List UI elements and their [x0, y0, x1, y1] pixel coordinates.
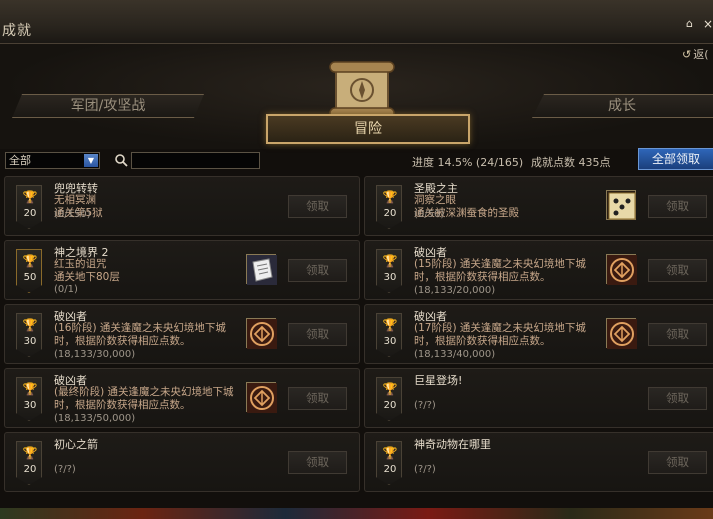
claim-button[interactable]: 领取	[648, 195, 707, 218]
achievement-card: 🏆 20 巨星登场! (?/?) 领取	[364, 368, 713, 428]
return-icon: ↺	[682, 48, 692, 61]
search-icon	[115, 154, 128, 167]
achievement-card: 🏆 20 初心之箭 (?/?) 领取	[4, 432, 360, 492]
search-input[interactable]	[131, 152, 260, 169]
points-badge: 🏆 20	[376, 441, 402, 485]
emblem-icon[interactable]	[246, 318, 277, 349]
tab-adventure[interactable]: 冒险	[266, 114, 470, 144]
back-link[interactable]: ↺ 返(	[682, 46, 709, 62]
achievement-description: (15阶段) 通关逢魔之未央幻境地下城时，根据阶数获得相应点数。	[414, 258, 586, 283]
badge-points: 20	[383, 464, 397, 475]
claim-button[interactable]: 领取	[288, 387, 347, 410]
achievement-progress: (18,133/50,000)	[54, 413, 136, 424]
home-icon[interactable]: ⌂	[686, 18, 698, 30]
close-button[interactable]: ×	[703, 18, 713, 30]
window-titlebar: 成就 ⌂ ×	[0, 0, 713, 44]
points-badge: 🏆 20	[376, 377, 402, 421]
achievement-description: (最终阶段) 通关逢魔之未央幻境地下城时，根据阶数获得相应点数。	[54, 386, 234, 411]
trophy-icon: 🏆	[382, 254, 398, 268]
points-badge: 🏆 30	[376, 313, 402, 357]
back-label: 返(	[693, 48, 709, 61]
points-badge: 🏆 30	[16, 313, 42, 357]
points-badge: 🏆 30	[376, 249, 402, 293]
points-badge: 🏆 30	[16, 377, 42, 421]
achievement-progress: (0/1)	[54, 284, 78, 295]
achievement-description: 红玉的诅咒 通关地下80层	[54, 258, 120, 283]
achievement-progress: (0/50)	[414, 209, 445, 220]
filter-value: 全部	[9, 154, 31, 167]
badge-points: 20	[23, 464, 37, 475]
achievement-title: 巨星登场!	[414, 374, 463, 387]
points-badge: 🏆 20	[376, 185, 402, 229]
trophy-icon: 🏆	[22, 382, 38, 396]
trophy-icon: 🏆	[382, 318, 398, 332]
badge-points: 20	[383, 208, 397, 219]
progress-label: 进度 14.5% (24/165)	[412, 156, 524, 169]
achievement-progress: (18,133/40,000)	[414, 349, 496, 360]
claim-button[interactable]: 领取	[288, 323, 347, 346]
emblem-icon[interactable]	[606, 254, 637, 285]
badge-points: 30	[383, 336, 397, 347]
achievement-card: 🏆 20 神奇动物在哪里 (?/?) 领取	[364, 432, 713, 492]
claim-all-button[interactable]: 全部领取	[638, 148, 713, 170]
dice-icon[interactable]	[606, 190, 636, 220]
trophy-icon: 🏆	[22, 446, 38, 460]
achievement-card: 🏆 30 破凶者 (15阶段) 通关逢魔之未央幻境地下城时，根据阶数获得相应点数。 (1…	[364, 240, 713, 300]
points-badge: 🏆 50	[16, 249, 42, 293]
claim-button[interactable]: 领取	[648, 451, 707, 474]
points-badge: 🏆 20	[16, 441, 42, 485]
achievement-progress: (18,133/30,000)	[54, 349, 136, 360]
achievement-progress: (18,133/20,000)	[414, 285, 496, 296]
achievement-progress: (?/?)	[414, 400, 436, 411]
chevron-down-icon[interactable]: ▼	[84, 154, 98, 167]
achievement-description: (17阶段) 通关逢魔之未央幻境地下城时，根据阶数获得相应点数。	[414, 322, 586, 347]
trophy-icon: 🏆	[382, 190, 398, 204]
claim-button[interactable]: 领取	[288, 451, 347, 474]
achievement-title: 神奇动物在哪里	[414, 438, 491, 451]
emblem-icon[interactable]	[606, 318, 637, 349]
achievement-progress: (?/?)	[54, 464, 76, 475]
emblem-icon[interactable]	[246, 382, 277, 413]
tab-legion-siege[interactable]: 军团/攻坚战	[12, 94, 204, 118]
badge-points: 30	[23, 336, 37, 347]
claim-button[interactable]: 领取	[648, 387, 707, 410]
achievement-progress: (0/150)	[54, 209, 91, 220]
achievement-card: 🏆 30 破凶者 (17阶段) 通关逢魔之未央幻境地下城时，根据阶数获得相应点数。 (1…	[364, 304, 713, 364]
badge-points: 30	[383, 272, 397, 283]
window-title: 成就	[2, 23, 32, 39]
achievement-description: (16阶段) 通关逢魔之未央幻境地下城时，根据阶数获得相应点数。	[54, 322, 226, 347]
trophy-icon: 🏆	[22, 254, 38, 268]
tab-growth[interactable]: 成长	[532, 94, 713, 118]
trophy-icon: 🏆	[22, 190, 38, 204]
trophy-icon: 🏆	[382, 382, 398, 396]
scroll-paper-icon[interactable]	[246, 254, 277, 285]
badge-points: 30	[23, 400, 37, 411]
trophy-icon: 🏆	[382, 446, 398, 460]
achievement-card: 🏆 30 破凶者 (16阶段) 通关逢魔之未央幻境地下城时，根据阶数获得相应点数。 (1…	[4, 304, 360, 364]
claim-button[interactable]: 领取	[288, 259, 347, 282]
claim-button[interactable]: 领取	[288, 195, 347, 218]
trophy-icon: 🏆	[22, 318, 38, 332]
badge-points: 50	[23, 272, 37, 283]
achievement-title: 初心之箭	[54, 438, 98, 451]
achievement-card: 🏆 20 兜兜转转 无相冥渊 通关第5狱 (0/150) 领取	[4, 176, 360, 236]
points-badge: 🏆 20	[16, 185, 42, 229]
claim-button[interactable]: 领取	[648, 323, 707, 346]
category-filter-select[interactable]: 全部 ▼	[5, 152, 100, 169]
achievement-card: 🏆 50 神之境界 2 红玉的诅咒 通关地下80层 (0/1) 领取	[4, 240, 360, 300]
claim-button[interactable]: 领取	[648, 259, 707, 282]
achievement-card: 🏆 20 圣殿之主 洞察之眼 通关被深渊蚕食的圣殿 (0/50) 领取	[364, 176, 713, 236]
points-label: 成就点数 435点	[531, 156, 611, 169]
badge-points: 20	[23, 208, 37, 219]
achievement-progress: (?/?)	[414, 464, 436, 475]
achievement-card: 🏆 30 破凶者 (最终阶段) 通关逢魔之未央幻境地下城时，根据阶数获得相应点数。 (1…	[4, 368, 360, 428]
background-strip	[0, 508, 713, 519]
badge-points: 20	[383, 400, 397, 411]
